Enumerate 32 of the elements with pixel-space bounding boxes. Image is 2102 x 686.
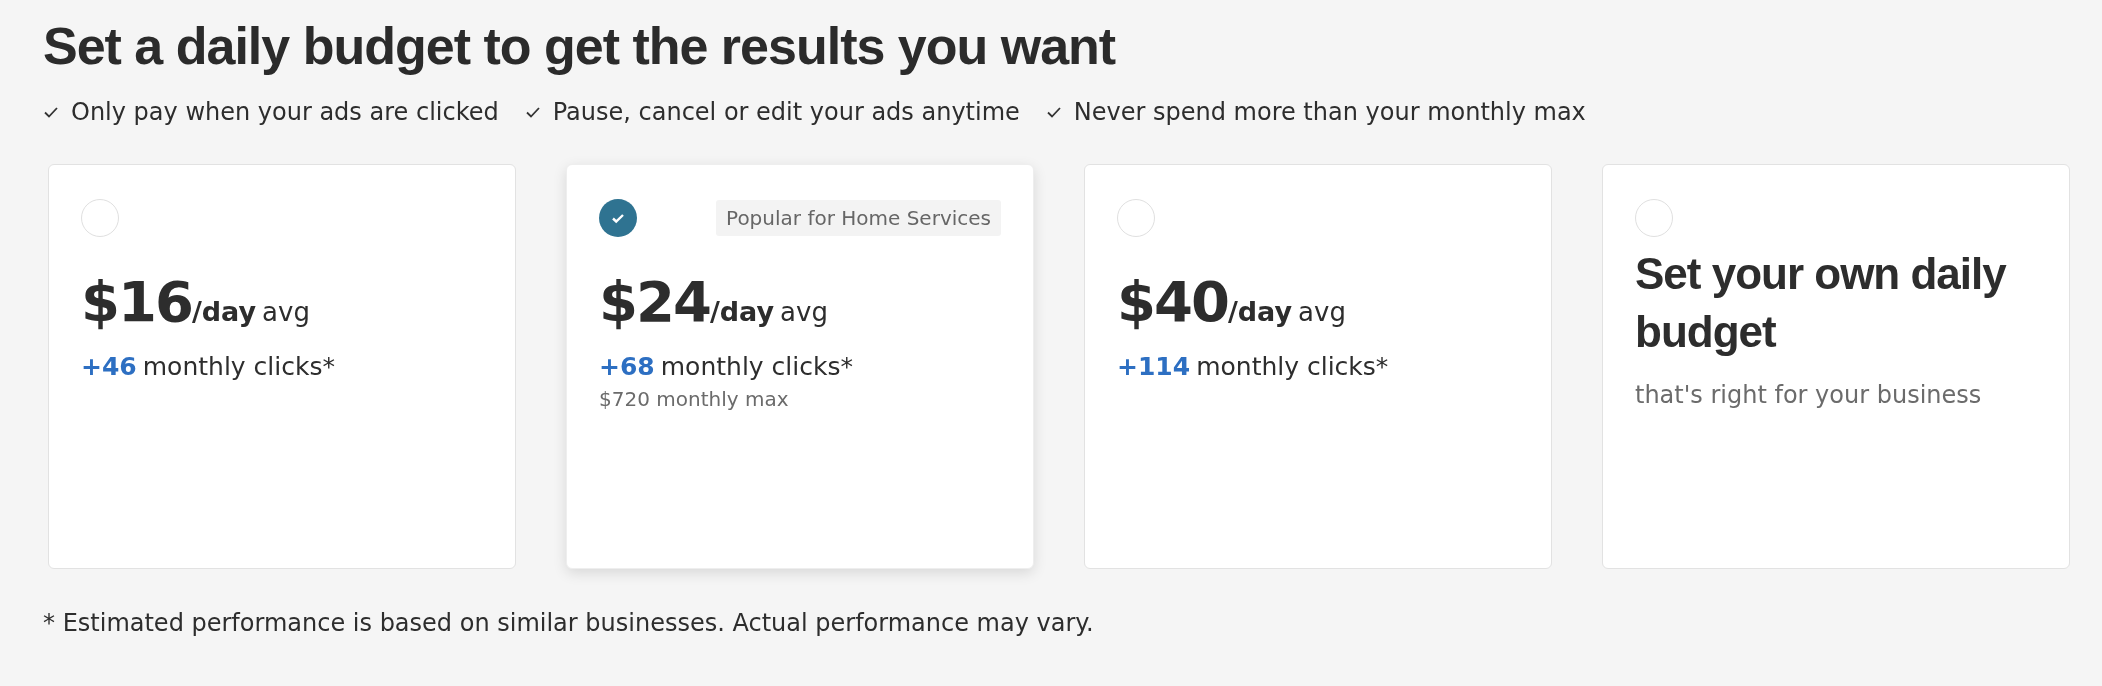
price-amount: $24 [599,269,710,334]
clicks-count: +68 [599,352,655,381]
budget-option-card[interactable]: $16/day avg +46 monthly clicks* [48,164,516,569]
clicks-label: monthly clicks* [660,352,853,381]
clicks-label: monthly clicks* [142,352,335,381]
benefit-text: Pause, cancel or edit your ads anytime [552,98,1020,126]
price-suffix: avg [780,297,828,327]
monthly-max: $720 monthly max [599,387,790,411]
price-amount: $40 [1117,269,1228,334]
budget-option-card[interactable]: $40/day avg +114 monthly clicks* [1084,164,1552,569]
price-suffix: avg [262,297,310,327]
price-unit: /day [1227,296,1293,327]
price-suffix: avg [1298,297,1346,327]
clicks-count: +114 [1117,352,1191,381]
page-title: Set a daily budget to get the results you want [43,16,1117,77]
radio-button[interactable] [81,199,119,237]
budget-option-card[interactable]: Set your own daily budget that's right for your business [1602,164,2070,569]
benefit-text: Only pay when your ads are clicked [71,98,499,126]
custom-budget-heading: Set your own daily budget [1635,248,2008,358]
price-amount: $16 [81,269,192,334]
budget-option-card[interactable]: Popular for Home Services $24/day avg +68 monthly clicks* $720 monthly max [566,164,1034,569]
price-unit: /day [191,296,257,327]
custom-budget-subtext: that's right for your business [1635,381,1983,409]
radio-checked-icon[interactable] [599,199,637,237]
price-unit: /day [709,296,775,327]
radio-button[interactable] [1117,199,1155,237]
clicks-count: +46 [81,352,137,381]
footnote: * Estimated performance is based on similar businesses. Actual performance may vary. [43,609,1095,637]
radio-button[interactable] [1635,199,1673,237]
popular-badge: Popular for Home Services [716,200,1001,236]
clicks-label: monthly clicks* [1196,352,1389,381]
benefit-text: Never spend more than your monthly max [1073,98,1586,126]
